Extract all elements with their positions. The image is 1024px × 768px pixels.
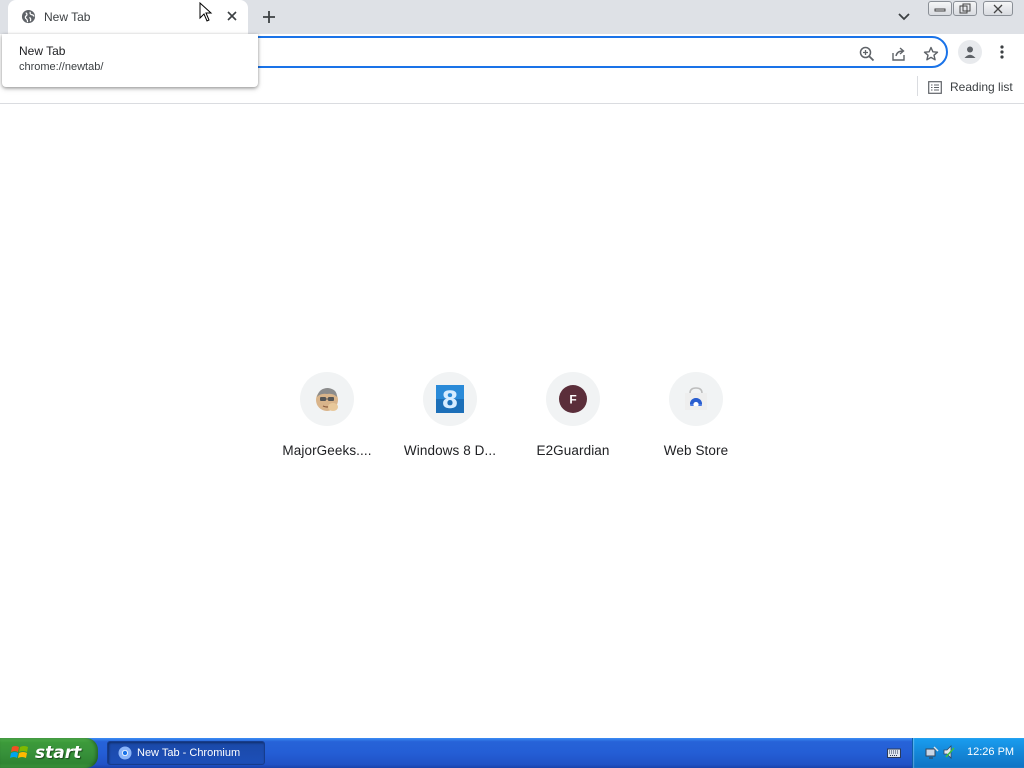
menu-button[interactable] (994, 40, 1010, 64)
taskbar-item-label: New Tab - Chromium (137, 747, 241, 759)
shortcut-icon-wrap (300, 372, 354, 426)
clock: 12:26 PM (967, 746, 1015, 758)
hover-card-url: chrome://newtab/ (19, 61, 104, 73)
share-icon[interactable] (891, 46, 907, 62)
restore-icon (959, 3, 971, 14)
zoom-icon[interactable] (859, 46, 875, 62)
shortcut-tile[interactable]: 8 Windows 8 D... (394, 372, 506, 472)
shortcut-label: Windows 8 D... (403, 443, 497, 458)
shortcut-tile[interactable]: MajorGeeks.... (271, 372, 383, 472)
close-window-button[interactable] (983, 1, 1013, 16)
majorgeeks-icon (316, 388, 338, 411)
shortcut-tile[interactable]: F E2Guardian (517, 372, 629, 472)
browser-window: New Tab Reading list New Tab chrome://ne… (0, 0, 1024, 768)
taskbar: start New Tab - Chromium 12:26 PM (0, 738, 1024, 768)
shortcut-icon-wrap (669, 372, 723, 426)
taskbar-item-chromium[interactable]: New Tab - Chromium (107, 741, 265, 765)
reading-list-button[interactable]: Reading list (928, 76, 1013, 98)
mouse-cursor-icon (199, 2, 213, 22)
more-vert-icon (1000, 45, 1004, 59)
chevron-down-icon (898, 13, 910, 21)
globe-icon (21, 9, 36, 24)
letter-f-text: F (569, 393, 576, 407)
windows-logo-icon (10, 746, 28, 758)
start-label: start (35, 743, 82, 763)
person-icon (964, 46, 976, 58)
minimize-button[interactable] (928, 1, 952, 16)
bookmark-star-icon[interactable] (923, 46, 939, 62)
windows8-icon: 8 (436, 385, 464, 413)
hover-card-title: New Tab (19, 44, 66, 58)
profile-button[interactable] (958, 40, 982, 64)
tab-close-icon[interactable] (224, 8, 240, 24)
bookmarks-separator (917, 76, 918, 96)
close-icon (993, 4, 1003, 13)
start-button[interactable]: start (0, 738, 98, 768)
tab-title: New Tab (44, 10, 91, 24)
keyboard-icon[interactable] (887, 747, 901, 758)
tab-hover-card: New Tab chrome://newtab/ (2, 34, 258, 87)
shortcut-icon-wrap: 8 (423, 372, 477, 426)
reading-list-label: Reading list (950, 80, 1013, 94)
shortcut-icon-wrap: F (546, 372, 600, 426)
shortcut-label: MajorGeeks.... (282, 443, 372, 458)
volume-icon[interactable] (942, 744, 956, 760)
tab-strip: New Tab (0, 0, 1024, 34)
minimize-icon (934, 8, 946, 11)
plus-icon (263, 11, 275, 23)
restore-button[interactable] (953, 1, 977, 16)
system-tray: 12:26 PM (912, 738, 1024, 768)
tab-search-button[interactable] (894, 8, 914, 26)
network-icon[interactable] (924, 745, 940, 761)
new-tab-button[interactable] (258, 6, 280, 28)
reading-list-icon (928, 80, 942, 94)
shortcut-label: Web Store (663, 443, 729, 458)
chromium-icon (118, 746, 132, 760)
svg-text:8: 8 (442, 386, 459, 413)
shortcut-tile[interactable]: Web Store (640, 372, 752, 472)
letter-f-icon: F (559, 385, 587, 413)
webstore-icon (685, 387, 707, 410)
shortcut-label: E2Guardian (536, 443, 610, 458)
